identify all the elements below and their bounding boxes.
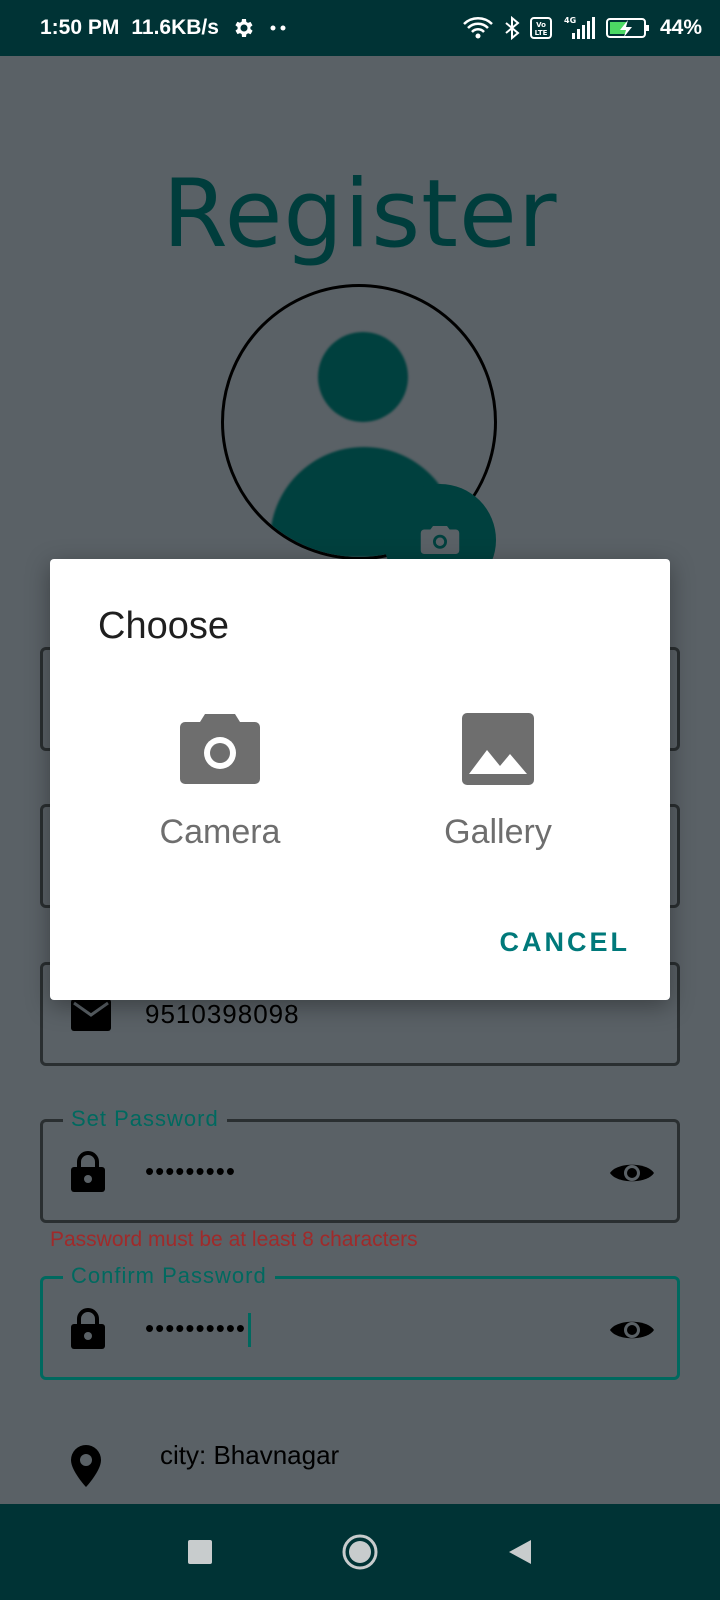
camera-fab-icon [420,526,460,554]
confirm-password-field[interactable]: Confirm Password •••••••••• [40,1263,680,1380]
signal-icon: 4G [562,15,596,41]
home-button[interactable] [334,1526,386,1578]
camera-option[interactable]: Camera [100,709,340,852]
avatar-head-shape [318,332,408,422]
svg-text:LTE: LTE [535,29,548,37]
set-password-field[interactable]: Set Password ••••••••• [40,1106,680,1223]
lock-icon [71,1307,105,1354]
bluetooth-icon [504,16,520,40]
gallery-icon [378,709,618,789]
dots-icon [267,23,291,33]
svg-text:4G: 4G [564,16,576,25]
svg-text:Vo: Vo [536,21,546,29]
back-button[interactable] [494,1526,546,1578]
confirm-password-label: Confirm Password [63,1263,275,1289]
location-pin-icon [70,1445,102,1487]
text-cursor [248,1313,252,1348]
settings-icon [231,16,255,40]
camera-icon [100,709,340,789]
battery-level: 44% [659,16,702,39]
square-icon [188,1540,212,1564]
gallery-option-label: Gallery [444,813,552,851]
battery-icon [605,16,650,40]
status-time: 1:50 PM [40,16,120,39]
back-triangle-icon [509,1540,531,1564]
show-confirm-password-eye-icon[interactable] [609,1315,655,1350]
cancel-button[interactable]: CANCEL [500,927,631,958]
confirm-password-value: •••••••••• [145,1313,252,1348]
show-password-eye-icon[interactable] [609,1158,655,1193]
phone-value: 9510398098 [145,999,300,1029]
password-error-text: Password must be at least 8 characters [50,1228,418,1251]
set-password-value: ••••••••• [145,1156,236,1186]
lock-icon [71,1150,105,1197]
camera-option-label: Camera [159,813,281,851]
mail-icon [71,999,111,1036]
wifi-icon [462,16,494,40]
circle-icon [342,1534,378,1570]
dialog-title: Choose [98,605,229,647]
recents-button[interactable] [174,1526,226,1578]
navigation-bar [0,1504,720,1600]
gallery-option[interactable]: Gallery [378,709,618,852]
network-speed: 11.6KB/s [131,16,219,39]
status-bar: 1:50 PM 11.6KB/s Vo LTE 4G 44% [0,0,720,56]
city-selector[interactable]: city: Bhavnagar [160,1440,339,1471]
page-title: Register [162,160,558,269]
choose-image-dialog: Choose Camera Gallery CANCEL [50,559,670,1000]
volte-icon: Vo LTE [529,16,552,40]
set-password-label: Set Password [63,1106,227,1132]
